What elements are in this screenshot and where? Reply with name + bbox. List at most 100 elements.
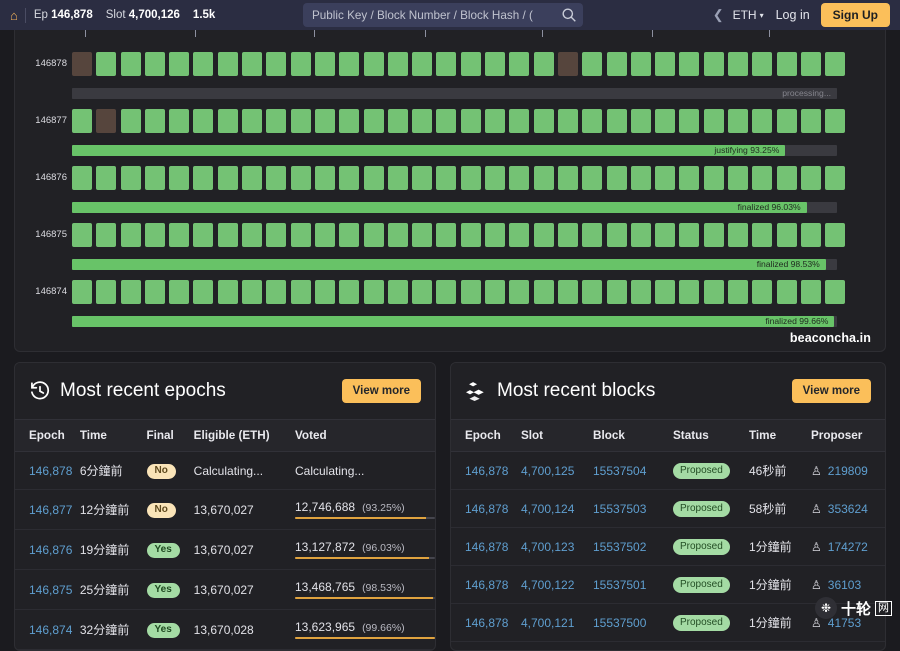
slot-proposed[interactable] (704, 109, 724, 133)
slot-proposed[interactable] (145, 109, 165, 133)
slot-proposed[interactable] (242, 109, 262, 133)
slot-proposed[interactable] (582, 223, 602, 247)
slot-proposed[interactable] (461, 109, 481, 133)
slot-proposed[interactable] (752, 109, 772, 133)
slot-proposed[interactable] (801, 52, 821, 76)
slot-proposed[interactable] (485, 280, 505, 304)
slot-proposed[interactable] (558, 109, 578, 133)
slot-proposed[interactable] (825, 109, 845, 133)
slot-proposed[interactable] (461, 166, 481, 190)
slot-proposed[interactable] (218, 223, 238, 247)
slot-proposed[interactable] (436, 52, 456, 76)
epoch-cell[interactable]: 146,878 (15, 452, 80, 490)
slot-proposed[interactable] (412, 166, 432, 190)
slot-proposed[interactable] (242, 280, 262, 304)
slot-proposed[interactable] (145, 223, 165, 247)
slot-proposed[interactable] (825, 166, 845, 190)
slot-proposed[interactable] (607, 109, 627, 133)
slot-proposed[interactable] (655, 223, 675, 247)
epochs-col-eligible[interactable]: Eligible (ETH) (194, 420, 295, 452)
slot-proposed[interactable] (752, 280, 772, 304)
slot-proposed[interactable] (266, 223, 286, 247)
slot-proposed[interactable] (388, 52, 408, 76)
navbar-peers-stat[interactable]: 1.5k (193, 9, 215, 21)
slot-proposed[interactable] (121, 223, 141, 247)
slot-proposed[interactable] (582, 280, 602, 304)
slot-proposed[interactable] (607, 280, 627, 304)
slot-proposed[interactable] (728, 223, 748, 247)
slot-proposed[interactable] (339, 280, 359, 304)
slot-proposed[interactable] (291, 280, 311, 304)
block-cell[interactable]: 15537501 (593, 566, 673, 604)
slot-proposed[interactable] (509, 223, 529, 247)
slot-proposed[interactable] (631, 223, 651, 247)
slot-proposed[interactable] (607, 223, 627, 247)
slot-proposed[interactable] (145, 52, 165, 76)
epoch-cell[interactable]: 146,876 (15, 530, 80, 570)
slot-proposed[interactable] (704, 52, 724, 76)
slot-proposed[interactable] (388, 223, 408, 247)
epoch-row-label[interactable]: 146876 (25, 172, 67, 183)
table-row[interactable]: 146,87619分鐘前Yes13,670,02713,127,872(96.0… (15, 530, 435, 570)
blocks-view-more-button[interactable]: View more (792, 379, 871, 403)
epoch-cell-link[interactable]: 146,878 (465, 464, 508, 478)
slot-proposed[interactable] (485, 166, 505, 190)
slot-proposed[interactable] (461, 52, 481, 76)
slot-cell-link[interactable]: 4,700,122 (521, 578, 574, 592)
blocks-col-status[interactable]: Status (673, 420, 749, 452)
slot-proposed[interactable] (218, 166, 238, 190)
epoch-row-label[interactable]: 146874 (25, 286, 67, 297)
slot-proposed[interactable] (169, 223, 189, 247)
slot-proposed[interactable] (728, 166, 748, 190)
chevron-left-icon[interactable]: ❮ (713, 7, 724, 23)
slot-proposed[interactable] (218, 280, 238, 304)
slot-proposed[interactable] (631, 52, 651, 76)
slot-proposed[interactable] (339, 223, 359, 247)
slot-proposed[interactable] (169, 166, 189, 190)
slot-proposed[interactable] (364, 109, 384, 133)
slot-proposed[interactable] (534, 223, 554, 247)
signup-button[interactable]: Sign Up (821, 3, 890, 27)
search-input[interactable] (303, 3, 583, 27)
epoch-link[interactable]: 146,878 (29, 464, 72, 478)
epoch-cell-link[interactable]: 146,878 (465, 616, 508, 630)
proposer-cell[interactable]: ♙174272 (811, 528, 885, 566)
epoch-cell-link[interactable]: 146,878 (465, 578, 508, 592)
slot-proposed[interactable] (582, 52, 602, 76)
slot-proposed[interactable] (339, 166, 359, 190)
epoch-cell[interactable]: 146,878 (451, 490, 521, 528)
slot-proposed[interactable] (825, 280, 845, 304)
slot-cell[interactable]: 4,700,121 (521, 604, 593, 642)
slot-proposed[interactable] (364, 166, 384, 190)
table-row[interactable]: 146,87432分鐘前Yes13,670,02813,623,965(99.6… (15, 610, 435, 650)
slot-proposed[interactable] (655, 109, 675, 133)
blocks-col-slot[interactable]: Slot (521, 420, 593, 452)
slot-proposed[interactable] (96, 223, 116, 247)
slot-proposed[interactable] (291, 223, 311, 247)
epoch-row-label[interactable]: 146877 (25, 115, 67, 126)
slot-proposed[interactable] (825, 52, 845, 76)
slot-proposed[interactable] (461, 280, 481, 304)
slot-proposed[interactable] (145, 166, 165, 190)
slot-proposed[interactable] (388, 109, 408, 133)
block-cell[interactable]: 15537503 (593, 490, 673, 528)
slot-proposed[interactable] (291, 109, 311, 133)
slot-proposed[interactable] (631, 109, 651, 133)
epochs-col-time[interactable]: Time (80, 420, 147, 452)
slot-proposed[interactable] (679, 223, 699, 247)
slot-proposed[interactable] (631, 166, 651, 190)
slot-proposed[interactable] (752, 223, 772, 247)
epoch-cell[interactable]: 146,878 (451, 452, 521, 490)
proposer-link[interactable]: 36103 (828, 578, 861, 592)
slot-proposed[interactable] (242, 52, 262, 76)
slot-proposed[interactable] (193, 280, 213, 304)
proposer-link[interactable]: 219809 (828, 464, 868, 478)
slot-proposed[interactable] (728, 52, 748, 76)
epoch-cell[interactable]: 146,877 (15, 490, 80, 530)
slot-proposed[interactable] (96, 52, 116, 76)
slot-proposed[interactable] (436, 166, 456, 190)
slot-proposed[interactable] (242, 223, 262, 247)
slot-proposed[interactable] (655, 52, 675, 76)
slot-proposed[interactable] (315, 52, 335, 76)
slot-proposed[interactable] (801, 223, 821, 247)
